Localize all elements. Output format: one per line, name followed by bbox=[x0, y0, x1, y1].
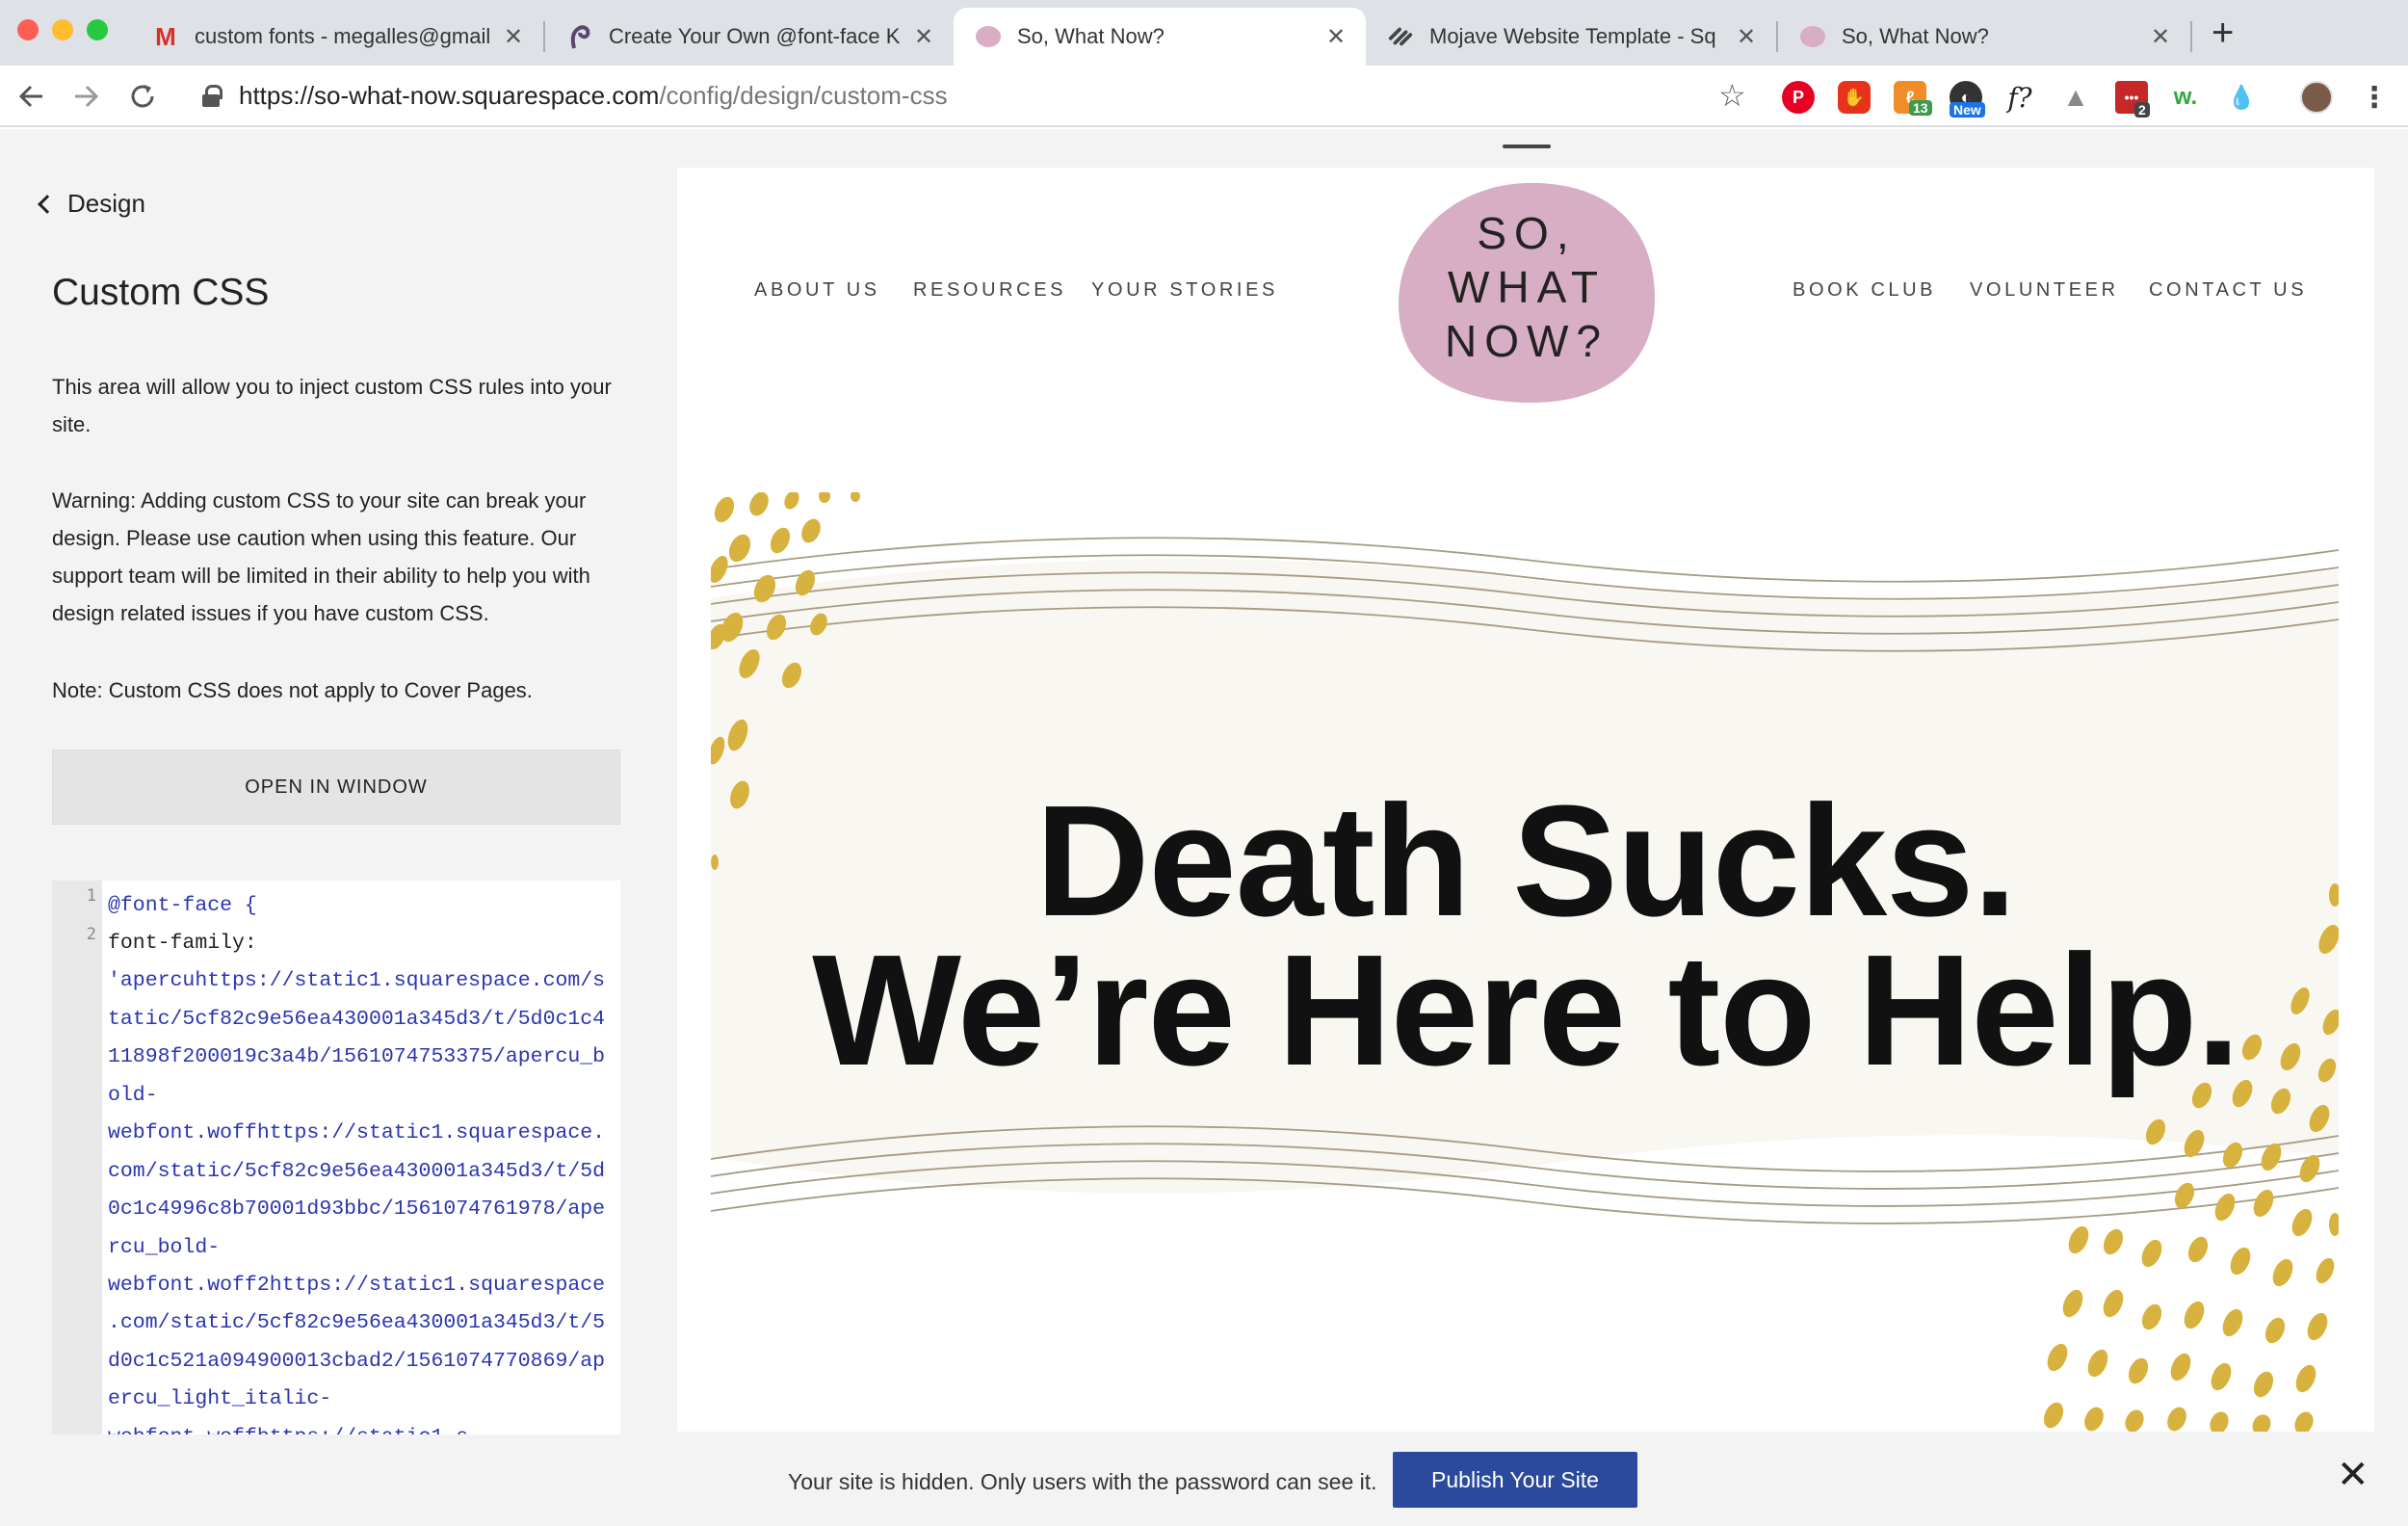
code-line: d0c1c521a094900013cbad2/1561074770869/ap bbox=[108, 1350, 606, 1373]
extension-badge: New bbox=[1950, 102, 1985, 118]
bookmark-star-icon[interactable]: ☆ bbox=[1718, 77, 1746, 114]
line-number: 1 bbox=[86, 886, 96, 906]
nav-volunteer[interactable]: VOLUNTEER bbox=[1970, 279, 2119, 302]
squarespace-icon bbox=[1387, 23, 1414, 50]
new-tab-button[interactable]: + bbox=[2212, 13, 2234, 52]
intro-text: This area will allow you to inject custo… bbox=[52, 375, 612, 436]
site-favicon-icon bbox=[1799, 23, 1826, 50]
chevron-left-icon bbox=[38, 194, 57, 214]
code-line: webfont.woffhttps://static1.s bbox=[108, 1426, 468, 1434]
code-line: old- bbox=[108, 1084, 158, 1107]
site-hidden-message: Your site is hidden. Only users with the… bbox=[788, 1469, 1377, 1494]
browser-tab-so-what-now-active[interactable]: So, What Now? ✕ bbox=[954, 8, 1366, 66]
back-to-design-link[interactable]: Design bbox=[38, 189, 145, 219]
whatfont-extension-icon[interactable]: f? bbox=[2003, 81, 2036, 114]
nav-about-us[interactable]: ABOUT US bbox=[754, 279, 880, 302]
nav-contact-us[interactable]: CONTACT US bbox=[2149, 279, 2307, 302]
maximize-window-button[interactable] bbox=[87, 19, 108, 40]
line-number: 2 bbox=[86, 925, 96, 944]
code-line: 0c1c4996c8b70001d93bbc/1561074761978/ape bbox=[108, 1197, 606, 1221]
note-text: Note: Custom CSS does not apply to Cover… bbox=[52, 678, 533, 702]
site-logo-text[interactable]: SO, WHAT NOW? bbox=[1397, 206, 1657, 368]
address-bar[interactable]: https://so-what-now.squarespace.com/conf… bbox=[239, 81, 948, 111]
lock-icon[interactable] bbox=[202, 85, 222, 107]
google-drive-icon[interactable]: ▲ bbox=[2059, 81, 2092, 114]
close-tab-icon[interactable]: ✕ bbox=[1734, 23, 1759, 51]
browser-tab-mojave[interactable]: Mojave Website Template - Sq ✕ bbox=[1366, 8, 1776, 66]
extension-dark-icon[interactable]: ◐ New bbox=[1950, 81, 1985, 118]
warning-text: Warning: Adding custom CSS to your site … bbox=[52, 488, 590, 625]
extension-w-icon[interactable]: w. bbox=[2169, 81, 2202, 114]
code-line: webfont.woffhttps://static1.squarespace. bbox=[108, 1121, 606, 1144]
hero-headline-line-2: We’re Here to Help. bbox=[812, 922, 2240, 1098]
browser-toolbar: https://so-what-now.squarespace.com/conf… bbox=[0, 66, 2408, 127]
reload-icon[interactable] bbox=[127, 77, 158, 124]
code-line: font-family: bbox=[108, 932, 257, 955]
adblock-extension-icon[interactable]: ✋ bbox=[1838, 81, 1871, 114]
code-line: rcu_bold- bbox=[108, 1236, 221, 1259]
code-line: ercu_light_italic- bbox=[108, 1387, 332, 1410]
minimize-window-button[interactable] bbox=[52, 19, 73, 40]
close-tab-icon[interactable]: ✕ bbox=[1323, 23, 1348, 51]
close-tab-icon[interactable]: ✕ bbox=[501, 23, 526, 51]
close-tab-icon[interactable]: ✕ bbox=[911, 23, 936, 51]
open-in-window-button[interactable]: OPEN IN WINDOW bbox=[52, 750, 620, 825]
browser-tab-so-what-now[interactable]: So, What Now? ✕ bbox=[1778, 8, 2190, 66]
preview-drag-handle[interactable] bbox=[1503, 145, 1551, 148]
code-line: 'apercuhttps://static1.squarespace.com/s bbox=[108, 969, 606, 992]
browser-tab-fontface[interactable]: Create Your Own @font-face K ✕ bbox=[545, 8, 954, 66]
extension-orange-icon[interactable]: ℓ 13 bbox=[1894, 81, 1932, 116]
menu-kebab-icon[interactable]: ⋮ bbox=[2358, 81, 2391, 114]
publish-site-button[interactable]: Publish Your Site bbox=[1393, 1452, 1637, 1508]
site-preview-frame: ABOUT US RESOURCES YOUR STORIES BOOK CLU… bbox=[677, 168, 2374, 1432]
extension-badge: 2 bbox=[2134, 102, 2150, 118]
pinterest-extension-icon[interactable]: P bbox=[1782, 81, 1815, 114]
gmail-icon: M bbox=[155, 21, 176, 51]
back-arrow-icon[interactable] bbox=[15, 77, 46, 124]
line-number-gutter: 1 2 bbox=[52, 881, 102, 1434]
code-line: @font-face { bbox=[108, 894, 257, 917]
browser-tab-strip: M custom fonts - megalles@gmail ✕ Create… bbox=[0, 0, 2408, 66]
extension-badge: 13 bbox=[1909, 100, 1932, 116]
extension-drop-icon[interactable]: 💧 bbox=[2225, 81, 2258, 114]
code-line: 11898f200019c3a4b/1561074753375/apercu_b bbox=[108, 1045, 606, 1068]
close-tab-icon[interactable]: ✕ bbox=[2148, 23, 2173, 51]
page-title: Custom CSS bbox=[52, 272, 270, 313]
code-line: tatic/5cf82c9e56ea430001a345d3/t/5d0c1c4 bbox=[108, 1008, 606, 1031]
close-icon[interactable]: ✕ bbox=[2337, 1456, 2369, 1494]
forward-arrow-icon[interactable] bbox=[71, 77, 102, 124]
design-sidebar: Design Custom CSS This area will allow y… bbox=[0, 129, 678, 1434]
nav-resources[interactable]: RESOURCES bbox=[913, 279, 1066, 302]
hero-headline-line-1: Death Sucks. bbox=[1035, 773, 2017, 949]
code-line: webfont.woff2https://static1.squarespace bbox=[108, 1274, 606, 1297]
code-line: .com/static/5cf82c9e56ea430001a345d3/t/5 bbox=[108, 1311, 606, 1334]
site-favicon-icon bbox=[975, 23, 1002, 50]
nav-book-club[interactable]: BOOK CLUB bbox=[1793, 279, 1936, 302]
profile-avatar[interactable] bbox=[2300, 81, 2333, 114]
nav-your-stories[interactable]: YOUR STORIES bbox=[1091, 279, 1278, 302]
close-window-button[interactable] bbox=[17, 19, 39, 40]
browser-tab-gmail[interactable]: M custom fonts - megalles@gmail ✕ bbox=[131, 8, 543, 66]
code-line: com/static/5cf82c9e56ea430001a345d3/t/5d bbox=[108, 1160, 606, 1183]
extension-red-icon[interactable]: ••• 2 bbox=[2115, 81, 2150, 118]
fontsquirrel-icon bbox=[566, 23, 593, 50]
site-visibility-bar: Your site is hidden. Only users with the… bbox=[0, 1434, 2408, 1526]
css-code-editor[interactable]: 1 2 @font-face { font-family: 'apercuhtt… bbox=[52, 881, 620, 1434]
